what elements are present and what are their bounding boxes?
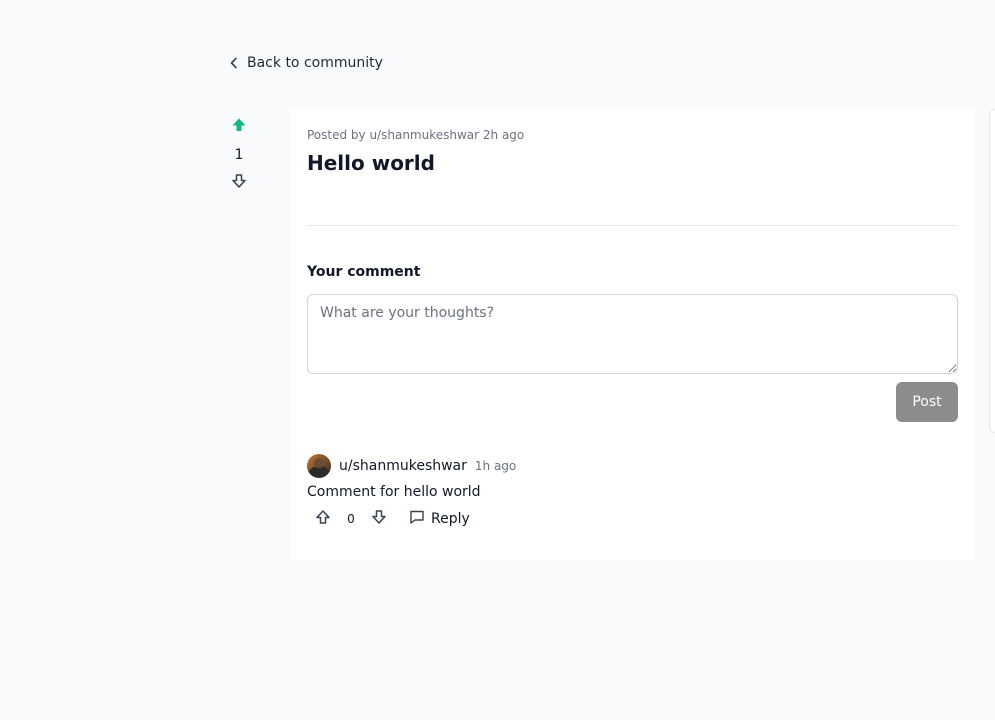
divider <box>307 225 958 226</box>
back-to-community-link[interactable]: Back to community <box>229 55 383 71</box>
comment-header: u/shanmukeshwar 1h ago <box>307 454 958 478</box>
arrow-down-outline-icon <box>371 509 387 529</box>
arrow-up-outline-icon <box>315 509 331 529</box>
comment-text: Comment for hello world <box>307 484 481 500</box>
arrow-down-outline-icon <box>231 173 247 193</box>
post-vote-column: 1 <box>226 116 252 194</box>
comment-upvote-button[interactable] <box>307 508 339 530</box>
comment-author[interactable]: u/shanmukeshwar <box>339 458 467 474</box>
arrow-up-filled-icon <box>231 117 247 137</box>
reply-button[interactable]: Reply <box>409 509 470 529</box>
comment-downvote-button[interactable] <box>363 508 395 530</box>
post-detail-page: Back to community 1 Posted by u/shanmuke… <box>0 0 995 720</box>
post-comment-button[interactable]: Post <box>896 382 958 422</box>
chevron-left-icon <box>229 57 239 69</box>
post-upvote-button[interactable] <box>226 116 252 138</box>
comment-item: u/shanmukeshwar 1h ago Comment for hello… <box>307 454 958 530</box>
avatar <box>307 454 331 478</box>
post-downvote-button[interactable] <box>226 172 252 194</box>
post-vote-count: 1 <box>234 147 244 163</box>
reply-label: Reply <box>431 511 470 527</box>
comment-actions: 0 Reply <box>307 508 958 530</box>
comment-vote-count: 0 <box>347 512 355 526</box>
sidebar-panel-edge <box>989 109 995 433</box>
comment-label: Your comment <box>307 264 421 280</box>
comment-input[interactable] <box>307 294 958 374</box>
message-square-icon <box>409 509 425 529</box>
post-card: Posted by u/shanmukeshwar 2h ago Hello w… <box>291 109 974 561</box>
back-link-label: Back to community <box>247 55 383 71</box>
post-title: Hello world <box>307 151 435 175</box>
post-meta: Posted by u/shanmukeshwar 2h ago <box>307 128 525 142</box>
comment-timestamp: 1h ago <box>474 459 517 473</box>
